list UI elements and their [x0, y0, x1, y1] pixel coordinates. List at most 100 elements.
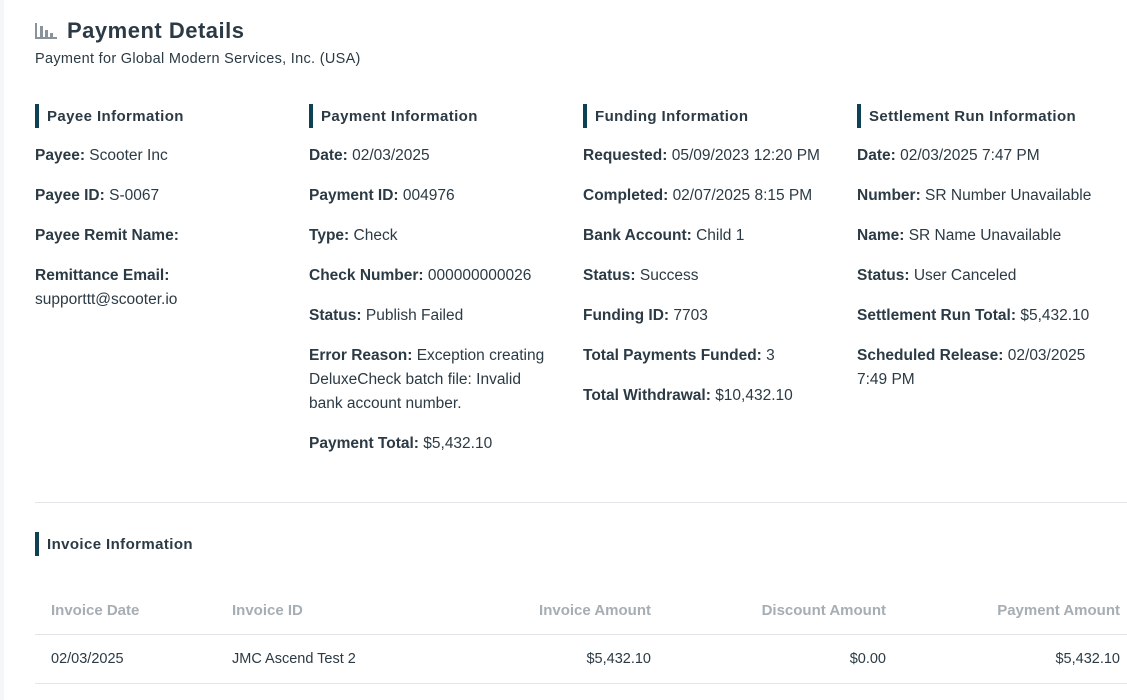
- cell-invoice-amount: $5,432.10: [586, 651, 651, 667]
- field-value: User Canceled: [913, 267, 1017, 284]
- section-heading: Funding Information: [583, 104, 857, 128]
- field-status: Status: User Canceled: [857, 264, 1097, 288]
- field-label: Status:: [857, 267, 910, 284]
- cell-discount-amount: $0.00: [849, 651, 886, 667]
- field-value: 3: [766, 347, 775, 364]
- field-value: 7703: [673, 307, 708, 324]
- field-status: Status: Publish Failed: [309, 304, 549, 328]
- field-value: $10,432.10: [715, 387, 793, 404]
- field-check-number: Check Number: 000000000026: [309, 264, 549, 288]
- field-label: Payment Total:: [309, 435, 419, 452]
- field-type: Type: Check: [309, 224, 549, 248]
- field-value: SR Name Unavailable: [908, 227, 1062, 244]
- column-header-invoice-date[interactable]: Invoice Date: [35, 602, 216, 619]
- section-heading: Payment Information: [309, 104, 583, 128]
- field-total-withdrawal: Total Withdrawal: $10,432.10: [583, 384, 823, 408]
- field-date: Date: 02/03/2025 7:47 PM: [857, 144, 1097, 168]
- cell-payment-amount: $5,432.10: [1055, 651, 1120, 667]
- field-payee: Payee: Scooter Inc: [35, 144, 275, 168]
- info-columns: Payee Information Payee: Scooter Inc Paye…: [35, 104, 1127, 472]
- field-payee-remit-name: Payee Remit Name:: [35, 224, 275, 248]
- funding-information-section: Funding Information Requested: 05/09/202…: [583, 104, 857, 472]
- page-subtitle: Payment for Global Modern Services, Inc.…: [35, 51, 361, 67]
- field-label: Check Number:: [309, 267, 424, 284]
- field-settlement-run-total: Settlement Run Total: $5,432.10: [857, 304, 1097, 328]
- column-header-invoice-id[interactable]: Invoice ID: [216, 602, 397, 619]
- field-status: Status: Success: [583, 264, 823, 288]
- field-label: Total Withdrawal:: [583, 387, 711, 404]
- bar-chart-icon: [35, 23, 57, 39]
- field-label: Payee Remit Name:: [35, 227, 179, 244]
- field-value: 05/09/2023 12:20 PM: [671, 147, 820, 164]
- payment-details-card: Payment Details Payment for Global Moder…: [4, 0, 1127, 700]
- field-payee-id: Payee ID: S-0067: [35, 184, 275, 208]
- field-value: Success: [639, 267, 699, 284]
- field-payment-total: Payment Total: $5,432.10: [309, 432, 549, 456]
- field-name: Name: SR Name Unavailable: [857, 224, 1097, 248]
- field-label: Name:: [857, 227, 905, 244]
- field-value: supporttt@scooter.io: [35, 291, 178, 308]
- field-label: Scheduled Release:: [857, 347, 1004, 364]
- field-value: S-0067: [109, 187, 160, 204]
- section-heading: Settlement Run Information: [857, 104, 1127, 128]
- field-label: Payee ID:: [35, 187, 105, 204]
- field-label: Bank Account:: [583, 227, 692, 244]
- field-label: Funding ID:: [583, 307, 670, 324]
- payee-information-section: Payee Information Payee: Scooter Inc Paye…: [35, 104, 309, 472]
- payment-information-section: Payment Information Date: 02/03/2025 Paym…: [309, 104, 583, 472]
- settlement-fields: Date: 02/03/2025 7:47 PM Number: SR Numbe…: [857, 144, 1127, 392]
- column-header-invoice-amount[interactable]: Invoice Amount: [397, 602, 651, 619]
- field-date: Date: 02/03/2025: [309, 144, 549, 168]
- field-label: Payee:: [35, 147, 85, 164]
- field-value: 02/03/2025: [352, 147, 430, 164]
- field-label: Error Reason:: [309, 347, 413, 364]
- funding-fields: Requested: 05/09/2023 12:20 PM Completed:…: [583, 144, 857, 408]
- cell-invoice-date: 02/03/2025: [51, 651, 124, 667]
- field-value: $5,432.10: [1020, 307, 1090, 324]
- field-label: Total Payments Funded:: [583, 347, 762, 364]
- field-label: Status:: [583, 267, 636, 284]
- section-heading: Invoice Information: [35, 532, 193, 556]
- invoice-information-section: Invoice Information: [35, 532, 193, 572]
- cell-invoice-id: JMC Ascend Test 2: [232, 651, 356, 667]
- settlement-run-information-section: Settlement Run Information Date: 02/03/2…: [857, 104, 1127, 472]
- field-payment-id: Payment ID: 004976: [309, 184, 549, 208]
- field-value: Check: [353, 227, 398, 244]
- invoice-table: Invoice Date Invoice ID Invoice Amount D…: [35, 586, 1127, 684]
- field-label: Type:: [309, 227, 350, 244]
- field-bank-account: Bank Account: Child 1: [583, 224, 823, 248]
- field-remittance-email: Remittance Email: supporttt@scooter.io: [35, 264, 275, 312]
- section-divider: [35, 502, 1127, 503]
- table-header-row: Invoice Date Invoice ID Invoice Amount D…: [35, 586, 1127, 635]
- field-value: Child 1: [696, 227, 745, 244]
- field-label: Settlement Run Total:: [857, 307, 1017, 324]
- payment-fields: Date: 02/03/2025 Payment ID: 004976 Type: …: [309, 144, 583, 456]
- field-label: Date:: [857, 147, 896, 164]
- page-header: Payment Details Payment for Global Moder…: [35, 18, 361, 67]
- field-value: 004976: [402, 187, 455, 204]
- field-label: Requested:: [583, 147, 668, 164]
- field-label: Date:: [309, 147, 348, 164]
- field-value: SR Number Unavailable: [925, 187, 1092, 204]
- field-value: Publish Failed: [365, 307, 464, 324]
- column-header-payment-amount[interactable]: Payment Amount: [886, 602, 1120, 619]
- field-value: Scooter Inc: [89, 147, 168, 164]
- title-row: Payment Details: [35, 18, 361, 44]
- column-header-discount-amount[interactable]: Discount Amount: [651, 602, 886, 619]
- section-heading: Payee Information: [35, 104, 309, 128]
- page-title: Payment Details: [67, 18, 245, 43]
- field-requested: Requested: 05/09/2023 12:20 PM: [583, 144, 823, 168]
- field-label: Remittance Email:: [35, 267, 170, 284]
- field-label: Number:: [857, 187, 921, 204]
- field-funding-id: Funding ID: 7703: [583, 304, 823, 328]
- field-value: 000000000026: [427, 267, 532, 284]
- field-scheduled-release: Scheduled Release: 02/03/2025 7:49 PM: [857, 344, 1097, 392]
- field-completed: Completed: 02/07/2025 8:15 PM: [583, 184, 823, 208]
- field-value: $5,432.10: [423, 435, 493, 452]
- table-row[interactable]: 02/03/2025 JMC Ascend Test 2 $5,432.10 $…: [35, 635, 1127, 684]
- field-value: 02/07/2025 8:15 PM: [672, 187, 813, 204]
- field-total-payments-funded: Total Payments Funded: 3: [583, 344, 823, 368]
- field-label: Status:: [309, 307, 362, 324]
- field-label: Completed:: [583, 187, 669, 204]
- payee-fields: Payee: Scooter Inc Payee ID: S-0067 Payee …: [35, 144, 309, 312]
